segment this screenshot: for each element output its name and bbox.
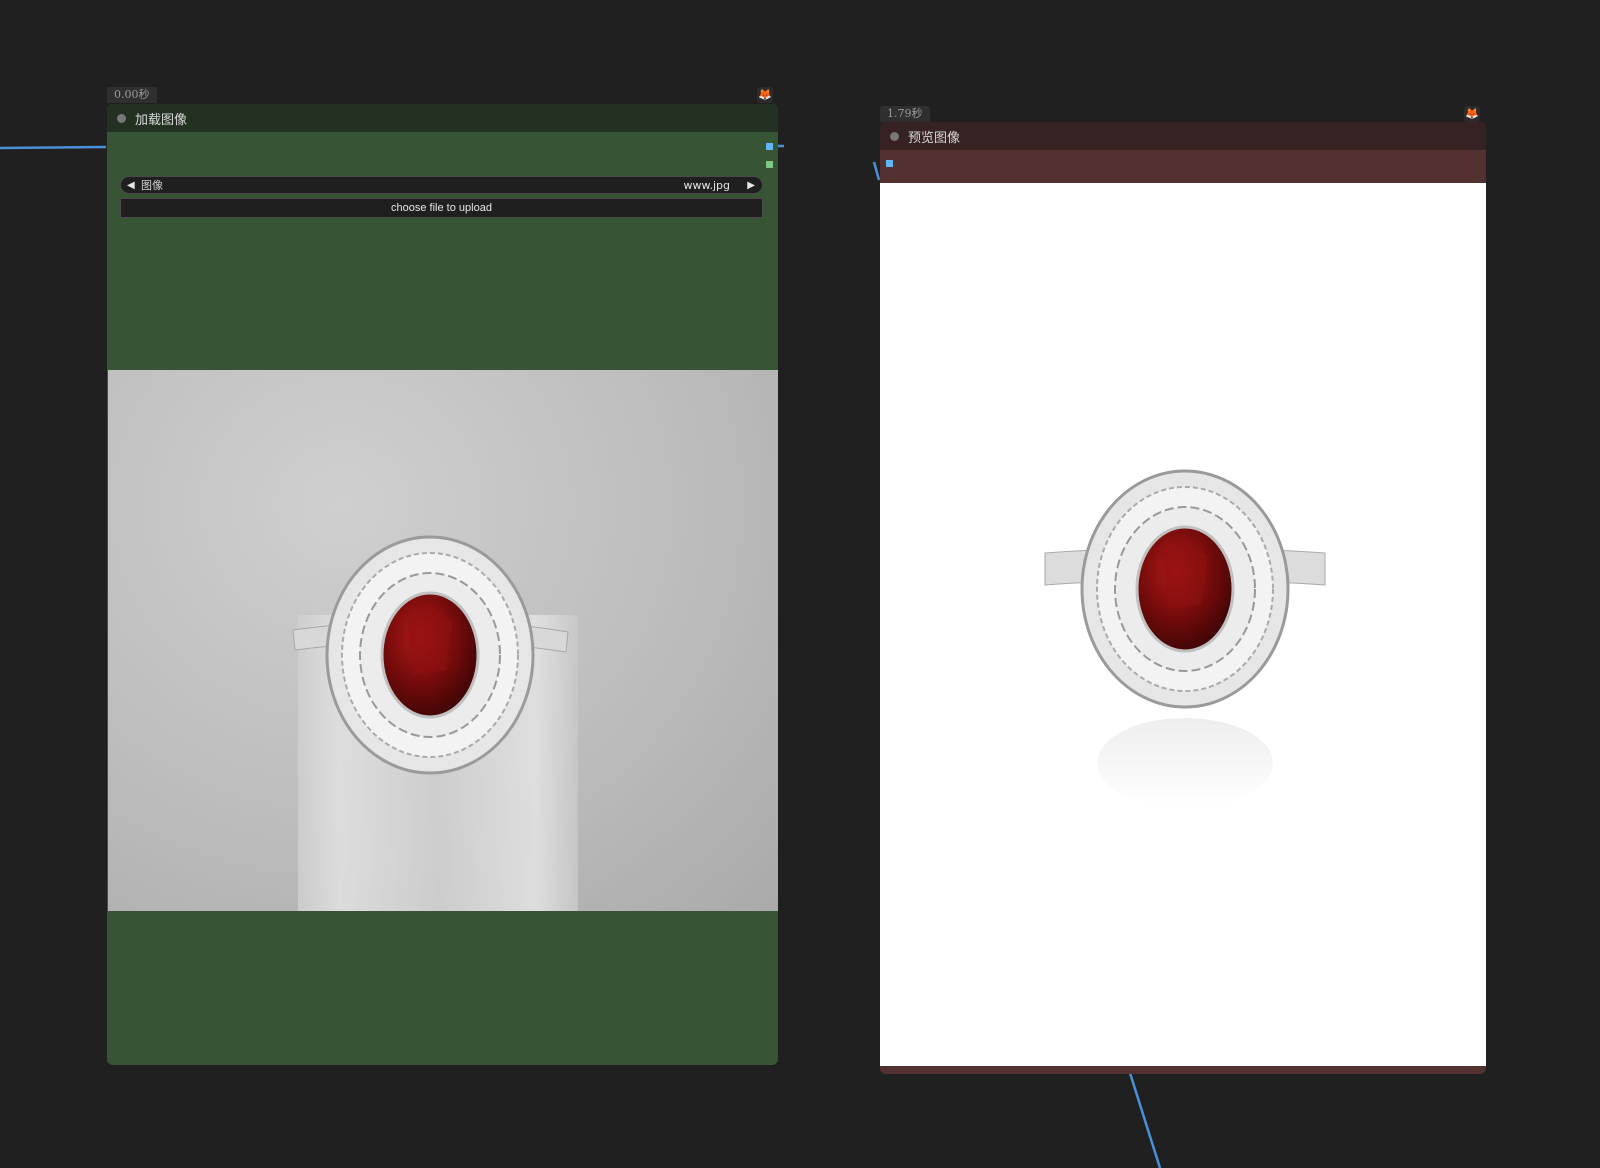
image-combo-widget[interactable]: ◀ 图像 www.jpg ▶ <box>120 176 763 194</box>
status-dot-icon[interactable] <box>890 131 899 141</box>
mask-output-port[interactable] <box>766 161 773 168</box>
images-input-port[interactable] <box>886 160 893 167</box>
fox-icon[interactable]: 🦊 <box>1464 106 1480 122</box>
status-dot-icon[interactable] <box>117 113 126 123</box>
link-outgoing-bottom <box>1128 1072 1162 1168</box>
fox-icon[interactable]: 🦊 <box>757 87 773 103</box>
preview-image-node[interactable]: 预览图像 <box>880 122 1486 1074</box>
dropdown-right-arrow-icon[interactable]: ▶ <box>747 177 755 195</box>
preview-node-title: 预览图像 <box>908 130 961 146</box>
image-combo-value: www.jpg <box>683 179 731 192</box>
upload-button[interactable]: choose file to upload <box>120 198 763 218</box>
dropdown-left-arrow-icon[interactable]: ◀ <box>127 177 135 195</box>
loaded-image-preview <box>108 370 778 911</box>
image-combo-label: 图像 <box>141 179 163 192</box>
ring-photo <box>292 535 578 911</box>
preview-output-image <box>880 183 1486 1066</box>
link-load-to-preview <box>778 144 881 181</box>
link-incoming-left <box>0 145 107 150</box>
load-node-header[interactable]: 加载图像 <box>107 104 778 132</box>
load-node-title: 加载图像 <box>135 112 188 128</box>
image-output-port[interactable] <box>766 143 773 150</box>
load-node-exec-time: 0.00秒 <box>107 87 157 103</box>
load-image-node[interactable]: 加载图像 ◀ 图像 www.jpg ▶ choose file to uploa… <box>107 104 778 1065</box>
preview-node-exec-time: 1.79秒 <box>880 106 930 122</box>
ring-cutout-photo <box>1044 469 1326 808</box>
preview-node-header[interactable]: 预览图像 <box>880 122 1486 150</box>
